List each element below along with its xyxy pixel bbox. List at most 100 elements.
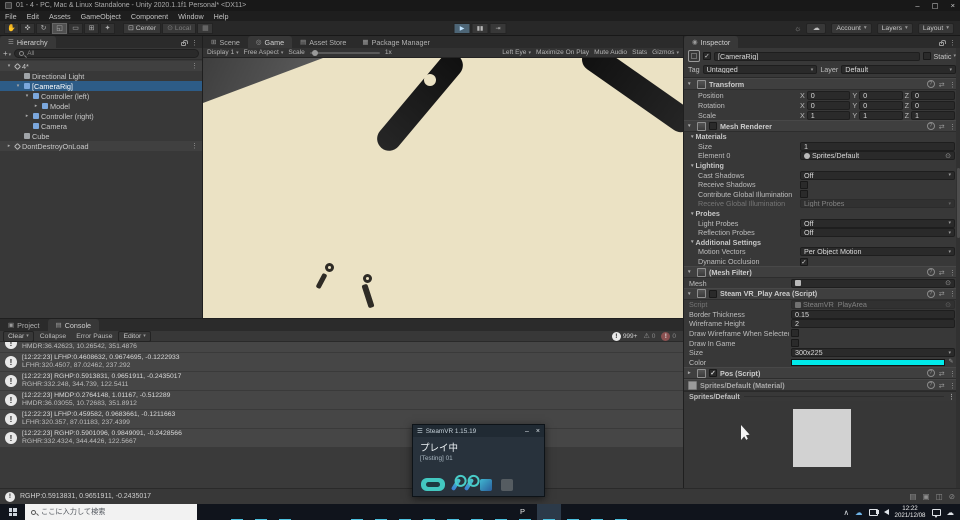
play-button[interactable]: ▶ bbox=[453, 22, 471, 34]
probes-foldout[interactable]: ▾ Probes bbox=[684, 209, 960, 219]
axis-y-input[interactable]: 0 bbox=[859, 90, 903, 100]
file-explorer-icon[interactable] bbox=[225, 504, 249, 520]
custom-tool-icon[interactable]: ✦ bbox=[100, 22, 115, 34]
menu-item[interactable]: Help bbox=[209, 12, 234, 21]
mesh-renderer-header[interactable]: ▾ Mesh Renderer ? ⇄ ⋮ bbox=[684, 120, 960, 132]
tab-console[interactable]: ▤ Console bbox=[47, 319, 100, 331]
console-log-entry[interactable]: ! [12:22:23] RGHP:0.5913831, 0.9651911, … bbox=[0, 372, 683, 391]
hand-tool-icon[interactable]: ✋ bbox=[4, 22, 19, 34]
editor-dropdown[interactable]: Editor bbox=[118, 330, 151, 342]
help-icon[interactable]: ? bbox=[926, 122, 935, 130]
gameobject-name-input[interactable]: [CameraRig] bbox=[714, 51, 920, 61]
tab-hierarchy[interactable]: ☰ Hierarchy bbox=[0, 36, 56, 48]
light-probes-dropdown[interactable]: Off bbox=[800, 218, 955, 228]
materials-foldout[interactable]: ▾ Materials bbox=[684, 132, 960, 142]
start-button[interactable] bbox=[0, 504, 25, 520]
steamvr-playarea-header[interactable]: ▾ Steam VR_Play Area (Script) ? ⇄ ⋮ bbox=[684, 287, 960, 300]
hierarchy-item-cube[interactable]: Cube bbox=[0, 131, 202, 141]
scrollbar-thumb[interactable] bbox=[956, 168, 960, 238]
headset-icon[interactable] bbox=[421, 478, 445, 491]
notifications-icon[interactable] bbox=[931, 508, 941, 518]
dynamic-occlusion-checkbox[interactable]: ✓ bbox=[800, 257, 808, 266]
foldout-arrow-icon[interactable]: ▸ bbox=[5, 143, 13, 149]
inspector-scrollbar[interactable] bbox=[956, 48, 960, 488]
axis-z-input[interactable]: 1 bbox=[911, 110, 955, 120]
browser-green-icon[interactable] bbox=[417, 504, 441, 520]
media-player-icon[interactable] bbox=[369, 504, 393, 520]
foldout-arrow-icon[interactable]: ▾ bbox=[5, 63, 13, 69]
static-checkbox[interactable] bbox=[922, 52, 931, 60]
3d-viewer-icon[interactable] bbox=[321, 504, 345, 520]
object-picker-icon[interactable]: ⊙ bbox=[945, 280, 951, 287]
console-log-entry[interactable]: ! [12:22:23] LFHP:0.459582, 0.9683661, -… bbox=[0, 410, 683, 429]
step-button[interactable]: ⇥ bbox=[489, 22, 507, 34]
menu-item[interactable]: Component bbox=[126, 12, 173, 21]
error-count-badge[interactable]: ! 0 bbox=[661, 331, 676, 341]
hierarchy-item-camera[interactable]: Camera bbox=[0, 121, 202, 131]
space-toggle-button[interactable]: ⊙ Local bbox=[162, 22, 197, 34]
presets-icon[interactable]: ⇄ bbox=[939, 268, 945, 277]
steamvr-minimize-button[interactable]: – bbox=[525, 428, 529, 435]
axis-x-input[interactable]: 0 bbox=[806, 100, 851, 110]
static-dropdown[interactable]: Static bbox=[934, 52, 957, 61]
help-icon[interactable]: ? bbox=[926, 268, 935, 277]
add-gameobject-button[interactable]: + bbox=[3, 49, 11, 58]
steamvr-status-icon[interactable] bbox=[609, 504, 633, 520]
task-view-icon[interactable] bbox=[201, 504, 225, 520]
p-app-icon[interactable]: P bbox=[513, 504, 537, 520]
foldout-arrow-icon[interactable]: ▾ bbox=[14, 83, 22, 89]
presets-icon[interactable]: ⇄ bbox=[939, 122, 945, 131]
scale-slider[interactable] bbox=[309, 49, 380, 56]
aspect-dropdown[interactable]: Free Aspect bbox=[244, 49, 284, 56]
console-log-entry[interactable]: ! [12:22:23] HMDP:0.2762736, 1.010802, -… bbox=[0, 342, 683, 353]
help-icon[interactable]: ? bbox=[926, 80, 935, 88]
menu-item[interactable]: Assets bbox=[44, 12, 76, 21]
axis-z-input[interactable]: 0 bbox=[911, 90, 955, 100]
component-kebab-icon[interactable]: ⋮ bbox=[949, 268, 956, 277]
component-kebab-icon[interactable]: ⋮ bbox=[949, 381, 956, 390]
hierarchy-item-controller-right[interactable]: ▸ Controller (right) bbox=[0, 111, 202, 121]
wireframe-height-input[interactable]: 2 bbox=[791, 319, 955, 329]
pos-enabled-checkbox[interactable]: ✓ bbox=[709, 369, 717, 378]
lock-icon[interactable] bbox=[181, 40, 188, 46]
foldout-arrow-icon[interactable]: ▸ bbox=[23, 113, 31, 119]
eye-mode-dropdown[interactable]: Left Eye bbox=[502, 49, 531, 56]
draw-in-game-checkbox[interactable] bbox=[791, 339, 799, 348]
tab-scene[interactable]: ⊞ Scene bbox=[203, 36, 248, 48]
help-icon[interactable]: ? bbox=[926, 381, 935, 390]
account-dropdown[interactable]: Account bbox=[831, 22, 872, 34]
presets-icon[interactable]: ⇄ bbox=[939, 369, 945, 378]
steamvr-close-button[interactable]: × bbox=[536, 428, 540, 435]
scale-tool-icon[interactable]: ◱ bbox=[52, 22, 67, 34]
contribute-gi-checkbox[interactable] bbox=[800, 190, 808, 199]
pause-button[interactable]: ▮▮ bbox=[471, 22, 489, 34]
base-station-2-icon[interactable] bbox=[501, 478, 513, 491]
grid-snap-button[interactable]: ▦ bbox=[197, 22, 214, 34]
mesh-filter-header[interactable]: ▾ (Mesh Filter) ? ⇄ ⋮ bbox=[684, 266, 960, 279]
maximize-on-play-toggle[interactable]: Maximize On Play bbox=[536, 49, 589, 56]
axis-x-input[interactable]: 0 bbox=[806, 90, 851, 100]
mesh-object-field[interactable]: ⊙ bbox=[791, 278, 955, 288]
notepad-icon[interactable] bbox=[585, 504, 609, 520]
weather-cloud-icon[interactable]: ☁ bbox=[947, 508, 955, 517]
layout-dropdown[interactable]: Layout bbox=[917, 22, 954, 34]
tab-project[interactable]: ▣ Project bbox=[0, 319, 48, 331]
lighting-foldout[interactable]: ▾ Lighting bbox=[684, 161, 960, 171]
axis-y-input[interactable]: 1 bbox=[859, 110, 903, 120]
app-green-icon[interactable] bbox=[465, 504, 489, 520]
hierarchy-item-directional-light[interactable]: Directional Light bbox=[0, 71, 202, 81]
tab-game[interactable]: ◎ Game bbox=[247, 36, 293, 48]
services-icon[interactable]: ☼ bbox=[794, 24, 801, 33]
kebab-menu-icon[interactable]: ⋮ bbox=[191, 39, 198, 47]
game-render-area[interactable] bbox=[203, 58, 683, 318]
shader-strip[interactable]: Sprites/Default ⋮ bbox=[684, 391, 960, 401]
transform-tool-icon[interactable]: ⊞ bbox=[84, 22, 99, 34]
stats-toggle[interactable]: Stats bbox=[632, 49, 647, 56]
eyedropper-icon[interactable]: ✎ bbox=[947, 358, 955, 366]
close-button[interactable]: × bbox=[951, 1, 955, 10]
foldout-arrow-icon[interactable]: ▸ bbox=[32, 103, 40, 109]
component-kebab-icon[interactable]: ⋮ bbox=[949, 289, 956, 298]
process-icon[interactable]: ◫ bbox=[936, 492, 943, 501]
console-log-entry[interactable]: ! [12:22:23] HMDP:0.2764148, 1.01167, -0… bbox=[0, 391, 683, 410]
materials-size-input[interactable]: 1 bbox=[800, 141, 955, 151]
